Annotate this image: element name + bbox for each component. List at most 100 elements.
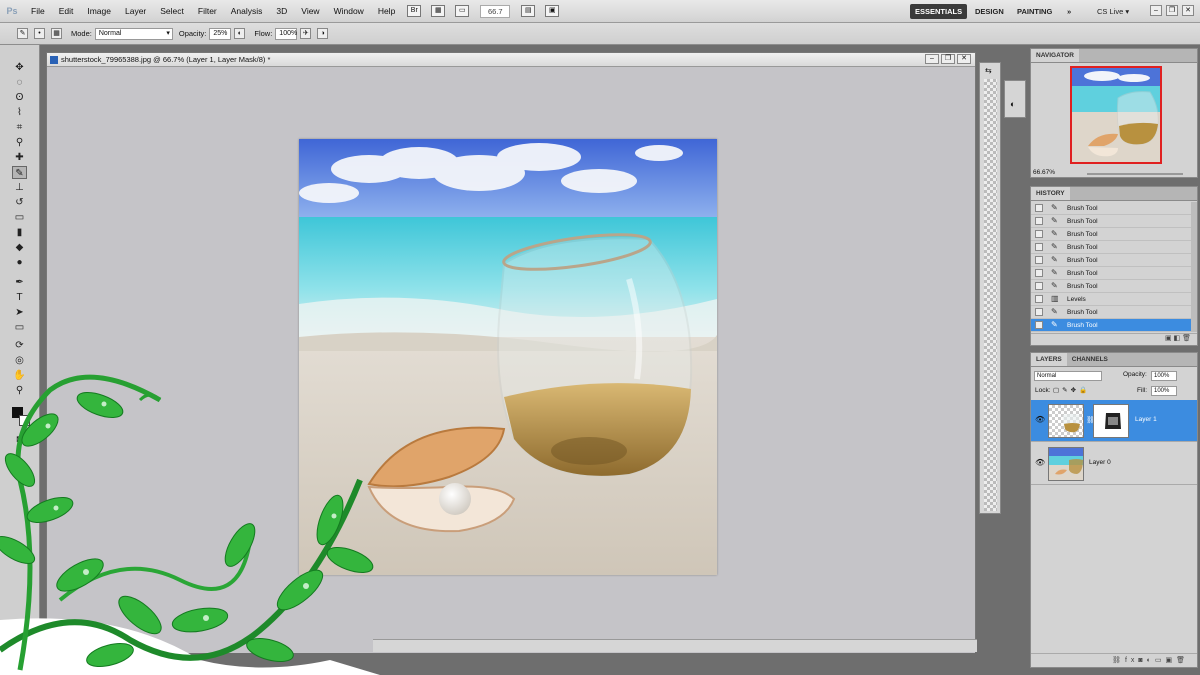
flow-field[interactable]: 100% xyxy=(275,27,298,40)
history-checkbox[interactable] xyxy=(1035,282,1043,290)
clone-stamp-icon[interactable]: ⊥ xyxy=(12,181,27,194)
screen-mode-icon[interactable]: ▣ xyxy=(545,5,560,17)
history-item[interactable]: ▥ Levels xyxy=(1031,293,1197,306)
menu-window[interactable]: Window xyxy=(327,6,371,16)
brush-panel-icon[interactable]: ▦ xyxy=(51,28,62,39)
opacity-field[interactable]: 25% xyxy=(209,27,232,40)
new-group-icon[interactable]: ▭ xyxy=(1155,657,1166,664)
brush-preset-icon[interactable]: ✎ xyxy=(17,28,28,39)
navigator-zoom-field[interactable]: 66.67% xyxy=(1033,169,1055,176)
move-tool-icon[interactable]: ✥ xyxy=(12,61,27,74)
tablet-opacity-icon[interactable]: ◐ xyxy=(234,28,246,39)
layer-name[interactable]: Layer 1 xyxy=(1135,416,1157,423)
history-checkbox[interactable] xyxy=(1035,256,1043,264)
visibility-eye-icon[interactable]: 👁 xyxy=(1035,458,1045,468)
airbrush-icon[interactable]: ✈ xyxy=(300,28,312,39)
tab-layers[interactable]: LAYERS xyxy=(1031,353,1067,366)
history-checkbox[interactable] xyxy=(1035,217,1043,225)
eraser-tool-icon[interactable]: ▭ xyxy=(12,211,27,224)
type-tool-icon[interactable]: T xyxy=(12,291,27,304)
layer-opacity-field[interactable]: 100% xyxy=(1151,371,1177,381)
dock-icons-strip[interactable]: ◐ xyxy=(1004,80,1026,118)
arrange-documents-icon[interactable]: ▤ xyxy=(521,5,536,17)
history-item[interactable]: ✎ Brush Tool xyxy=(1031,241,1197,254)
blur-tool-icon[interactable]: ◆ xyxy=(12,241,27,254)
pen-tool-icon[interactable]: ✒ xyxy=(12,276,27,289)
history-checkbox[interactable] xyxy=(1035,243,1043,251)
horizontal-scrollbar[interactable] xyxy=(373,639,977,652)
menu-filter[interactable]: Filter xyxy=(191,6,224,16)
menu-file[interactable]: File xyxy=(24,6,52,16)
tab-channels[interactable]: CHANNELS xyxy=(1067,353,1113,366)
navigator-zoom-slider[interactable] xyxy=(1087,173,1183,175)
history-checkbox[interactable] xyxy=(1035,321,1043,329)
history-item-selected[interactable]: ✎ Brush Tool xyxy=(1031,319,1197,332)
workspace-design[interactable]: DESIGN xyxy=(970,4,1009,19)
panel-collapse-icon[interactable]: ⇆ xyxy=(985,66,992,75)
menu-image[interactable]: Image xyxy=(80,6,118,16)
brush-tool-icon[interactable]: ✎ xyxy=(12,166,27,179)
doc-restore-icon[interactable]: ❐ xyxy=(941,54,955,64)
history-checkbox[interactable] xyxy=(1035,308,1043,316)
menu-select[interactable]: Select xyxy=(153,6,191,16)
history-checkbox[interactable] xyxy=(1035,230,1043,238)
layer-row-layer-1[interactable]: 👁 ⛓ Layer 1 xyxy=(1031,400,1197,442)
restore-icon[interactable]: ❐ xyxy=(1166,5,1178,16)
history-item[interactable]: ✎ Brush Tool xyxy=(1031,202,1197,215)
lock-icons[interactable]: ▢✎✥🔒 xyxy=(1053,386,1090,394)
eyedropper-tool-icon[interactable]: ⚲ xyxy=(12,136,27,149)
blend-mode-select[interactable]: Normal xyxy=(1034,371,1102,381)
tablet-size-icon[interactable]: ◑ xyxy=(317,28,329,39)
layer-thumbnail[interactable] xyxy=(1048,404,1084,438)
doc-close-icon[interactable]: ✕ xyxy=(957,54,971,64)
history-scrollbar[interactable] xyxy=(1191,202,1197,332)
layer-row-layer-0[interactable]: 👁 Layer 0 xyxy=(1031,443,1197,485)
history-checkbox[interactable] xyxy=(1035,295,1043,303)
fill-field[interactable]: 100% xyxy=(1151,386,1177,396)
layer-style-icon[interactable]: fx xyxy=(1125,657,1138,664)
navigator-thumbnail[interactable] xyxy=(1070,66,1162,164)
brush-size-icon[interactable]: • xyxy=(34,28,45,39)
mini-bridge-icon[interactable]: ▦ xyxy=(431,5,446,17)
healing-brush-icon[interactable]: ✚ xyxy=(12,151,27,164)
workspace-essentials[interactable]: ESSENTIALS xyxy=(910,4,968,19)
doc-minimize-icon[interactable]: – xyxy=(925,54,939,64)
menu-layer[interactable]: Layer xyxy=(118,6,153,16)
tab-history[interactable]: HISTORY xyxy=(1031,187,1070,200)
adjustment-layer-icon[interactable]: ◐ xyxy=(1147,657,1155,664)
history-checkbox[interactable] xyxy=(1035,269,1043,277)
tab-navigator[interactable]: NAVIGATOR xyxy=(1031,49,1079,62)
layer-name[interactable]: Layer 0 xyxy=(1089,459,1111,466)
new-layer-icon[interactable]: ▣ xyxy=(1165,657,1176,664)
workspace-more[interactable]: » xyxy=(1062,4,1076,19)
delete-layer-icon[interactable]: 🗑 xyxy=(1176,657,1189,664)
delete-state-icon[interactable]: 🗑 xyxy=(1182,335,1191,342)
add-mask-icon[interactable]: ◙ xyxy=(1138,657,1146,664)
marquee-tool-icon[interactable]: ◌ xyxy=(12,76,27,89)
lasso-tool-icon[interactable]: ʘ xyxy=(12,91,27,104)
dodge-tool-icon[interactable]: ● xyxy=(12,256,27,269)
bridge-icon[interactable]: Br xyxy=(407,5,422,17)
close-icon[interactable]: ✕ xyxy=(1182,5,1194,16)
history-brush-icon[interactable]: ↺ xyxy=(12,196,27,209)
zoom-level-field[interactable]: 66.7 xyxy=(480,4,511,18)
mode-select[interactable]: Normal xyxy=(94,27,173,40)
new-snapshot-icon[interactable]: ◧ xyxy=(1174,335,1181,342)
history-item[interactable]: ✎ Brush Tool xyxy=(1031,280,1197,293)
minimize-icon[interactable]: – xyxy=(1150,5,1162,16)
new-document-from-state-icon[interactable]: ▣ xyxy=(1165,335,1172,342)
cs-live-button[interactable]: CS Live ▾ xyxy=(1092,4,1134,19)
history-item[interactable]: ✎ Brush Tool xyxy=(1031,254,1197,267)
workspace-painting[interactable]: PAINTING xyxy=(1012,4,1057,19)
history-item[interactable]: ✎ Brush Tool xyxy=(1031,267,1197,280)
quick-select-tool-icon[interactable]: ⌇ xyxy=(12,106,27,119)
history-item[interactable]: ✎ Brush Tool xyxy=(1031,306,1197,319)
layer-mask-thumbnail[interactable] xyxy=(1093,404,1129,438)
history-checkbox[interactable] xyxy=(1035,204,1043,212)
visibility-eye-icon[interactable]: 👁 xyxy=(1035,415,1045,425)
menu-edit[interactable]: Edit xyxy=(52,6,81,16)
link-layers-icon[interactable]: ⛓ xyxy=(1112,657,1125,664)
crop-tool-icon[interactable]: ⌗ xyxy=(12,121,27,134)
path-select-icon[interactable]: ➤ xyxy=(12,306,27,319)
3d-rotate-icon[interactable]: ⟳ xyxy=(12,339,27,352)
